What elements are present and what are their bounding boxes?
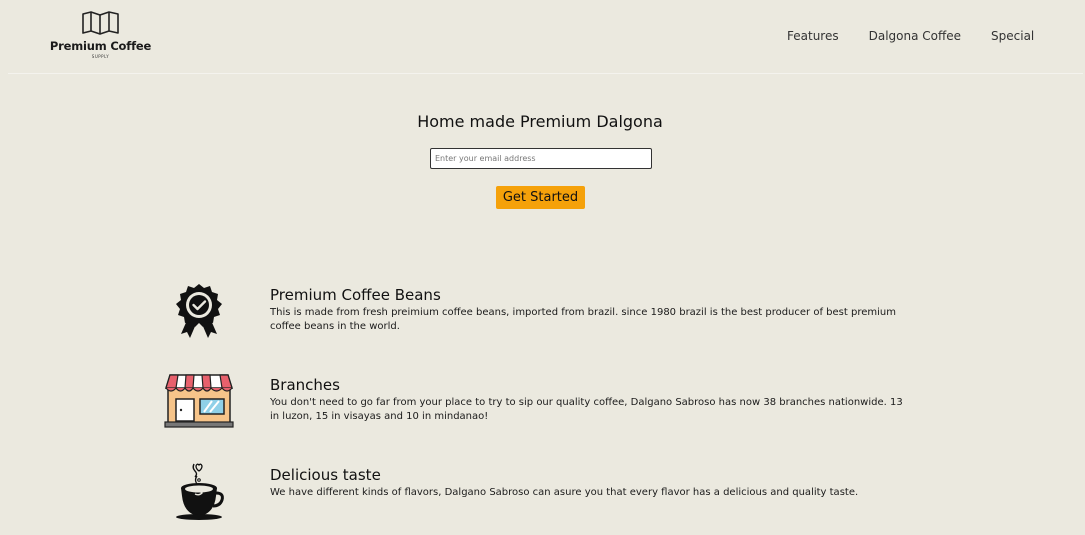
hero-title: Home made Premium Dalgona <box>417 112 663 131</box>
main-nav: Features Dalgona Coffee Special <box>787 29 1034 43</box>
email-input[interactable] <box>430 148 652 169</box>
brand-name: Premium Coffee <box>49 39 152 53</box>
get-started-button[interactable]: Get Started <box>496 186 585 209</box>
nav-link-dalgona-coffee[interactable]: Dalgona Coffee <box>869 29 961 43</box>
brand-logo[interactable]: Premium Coffee SUPPLY <box>42 11 159 61</box>
feature-description: You don't need to go far from your place… <box>270 397 903 422</box>
nav-link-special[interactable]: Special <box>991 29 1034 43</box>
coffee-cup-icon <box>176 463 224 520</box>
feature-description: We have different kinds of flavors, Dalg… <box>270 487 859 498</box>
feature-title: Premium Coffee Beans <box>270 286 441 304</box>
feature-title: Branches <box>270 376 340 394</box>
nav-link-features[interactable]: Features <box>787 29 839 43</box>
storefront-icon <box>164 374 234 428</box>
brand-tagline: SUPPLY <box>91 54 110 59</box>
feature-description: This is made from fresh preimium coffee … <box>270 307 896 332</box>
feature-title: Delicious taste <box>270 466 381 484</box>
badge-check-icon <box>176 284 222 338</box>
folded-map-icon <box>82 11 119 35</box>
site-header: Premium Coffee SUPPLY Features Dalgona C… <box>8 0 1083 74</box>
